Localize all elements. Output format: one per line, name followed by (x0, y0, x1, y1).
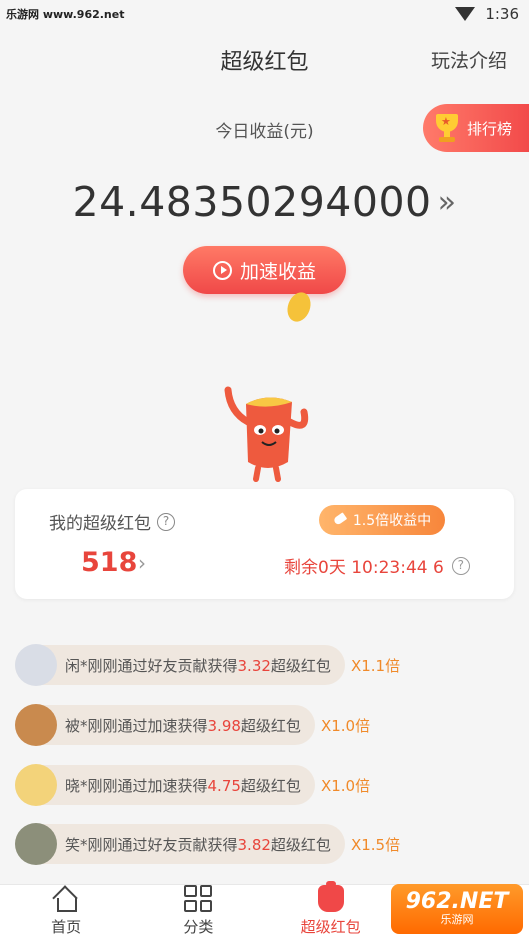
header: 超级红包 玩法介绍 (0, 36, 529, 80)
status-right: 1:36 (455, 5, 519, 23)
red-packet-count[interactable]: 518 (81, 547, 137, 578)
avatar (15, 704, 57, 746)
tab-home[interactable]: 首页 (0, 885, 132, 940)
rules-link[interactable]: 玩法介绍 (431, 46, 507, 73)
feed-amount: 3.82 (237, 835, 271, 854)
help-icon[interactable]: ? (157, 512, 175, 531)
feed-pill: 闲*刚刚通过好友贡献获得3.32超级红包 (15, 644, 345, 686)
countdown: 剩余0天 10:23:44 6 ? (284, 553, 470, 578)
home-icon (52, 888, 80, 912)
feed-text: 笑*刚刚通过好友贡献获得3.82超级红包 (65, 835, 331, 854)
feed-multiplier: X1.0倍 (320, 776, 371, 795)
feed-amount: 3.98 (207, 716, 241, 735)
today-earnings[interactable]: 24.48350294000» (0, 178, 529, 226)
earnings-amount: 24.48350294000 (72, 178, 432, 226)
multiplier-badge: 1.5倍收益中 (319, 505, 445, 535)
feed-item: 晓*刚刚通过加速获得4.75超级红包 X1.0倍 (15, 764, 371, 806)
feed-multiplier: X1.1倍 (350, 656, 401, 675)
clock: 1:36 (485, 5, 519, 23)
avatar (15, 823, 57, 865)
play-icon (212, 260, 232, 280)
mascot-illustration (224, 386, 309, 482)
feed-multiplier: X1.5倍 (350, 835, 401, 854)
leaderboard-label: 排行榜 (467, 119, 513, 138)
rocket-icon (333, 513, 347, 527)
countdown-text: 剩余0天 10:23:44 6 (284, 558, 444, 578)
feed-item: 被*刚刚通过加速获得3.98超级红包 X1.0倍 (15, 704, 371, 746)
trophy-icon: ★ (433, 112, 461, 144)
feed-pill: 晓*刚刚通过加速获得4.75超级红包 (15, 764, 315, 806)
red-packet-icon (317, 881, 344, 912)
watermark-logo: 962.NET 乐游网 (391, 884, 523, 934)
tab-super-red-packet[interactable]: 超级红包 (265, 881, 397, 940)
feed-item: 笑*刚刚通过好友贡献获得3.82超级红包 X1.5倍 (15, 823, 401, 865)
boost-earnings-button[interactable]: 加速收益 (183, 246, 346, 294)
feed-text: 闲*刚刚通过好友贡献获得3.32超级红包 (65, 656, 331, 675)
watermark-text: 乐游网 www.962.net (6, 8, 125, 21)
feed-multiplier: X1.0倍 (320, 716, 371, 735)
chevron-right-icon[interactable]: › (138, 551, 146, 575)
feed-text: 晓*刚刚通过加速获得4.75超级红包 (65, 776, 301, 795)
wifi-icon (455, 7, 476, 21)
feed-amount: 4.75 (207, 776, 241, 795)
card-title: 我的超级红包 ? (49, 509, 175, 534)
boost-label: 加速收益 (239, 260, 316, 283)
status-bar: 乐游网 www.962.net 1:36 (0, 0, 529, 28)
feed-item: 闲*刚刚通过好友贡献获得3.32超级红包 X1.1倍 (15, 644, 401, 686)
feed-amount: 3.32 (237, 656, 271, 675)
double-chevron-icon: » (437, 185, 457, 220)
feed-text: 被*刚刚通过加速获得3.98超级红包 (65, 716, 301, 735)
help-icon[interactable]: ? (451, 556, 470, 575)
avatar (15, 644, 57, 686)
leaderboard-button[interactable]: ★ 排行榜 (423, 104, 529, 152)
feed-pill: 被*刚刚通过加速获得3.98超级红包 (15, 704, 315, 746)
grid-icon (184, 885, 213, 912)
avatar (15, 764, 57, 806)
feed-pill: 笑*刚刚通过好友贡献获得3.82超级红包 (15, 823, 345, 865)
coin-icon (283, 289, 315, 325)
tab-category[interactable]: 分类 (132, 885, 264, 940)
super-red-packet-card: 我的超级红包 ? 1.5倍收益中 518 › 剩余0天 10:23:44 6 ? (15, 489, 514, 599)
